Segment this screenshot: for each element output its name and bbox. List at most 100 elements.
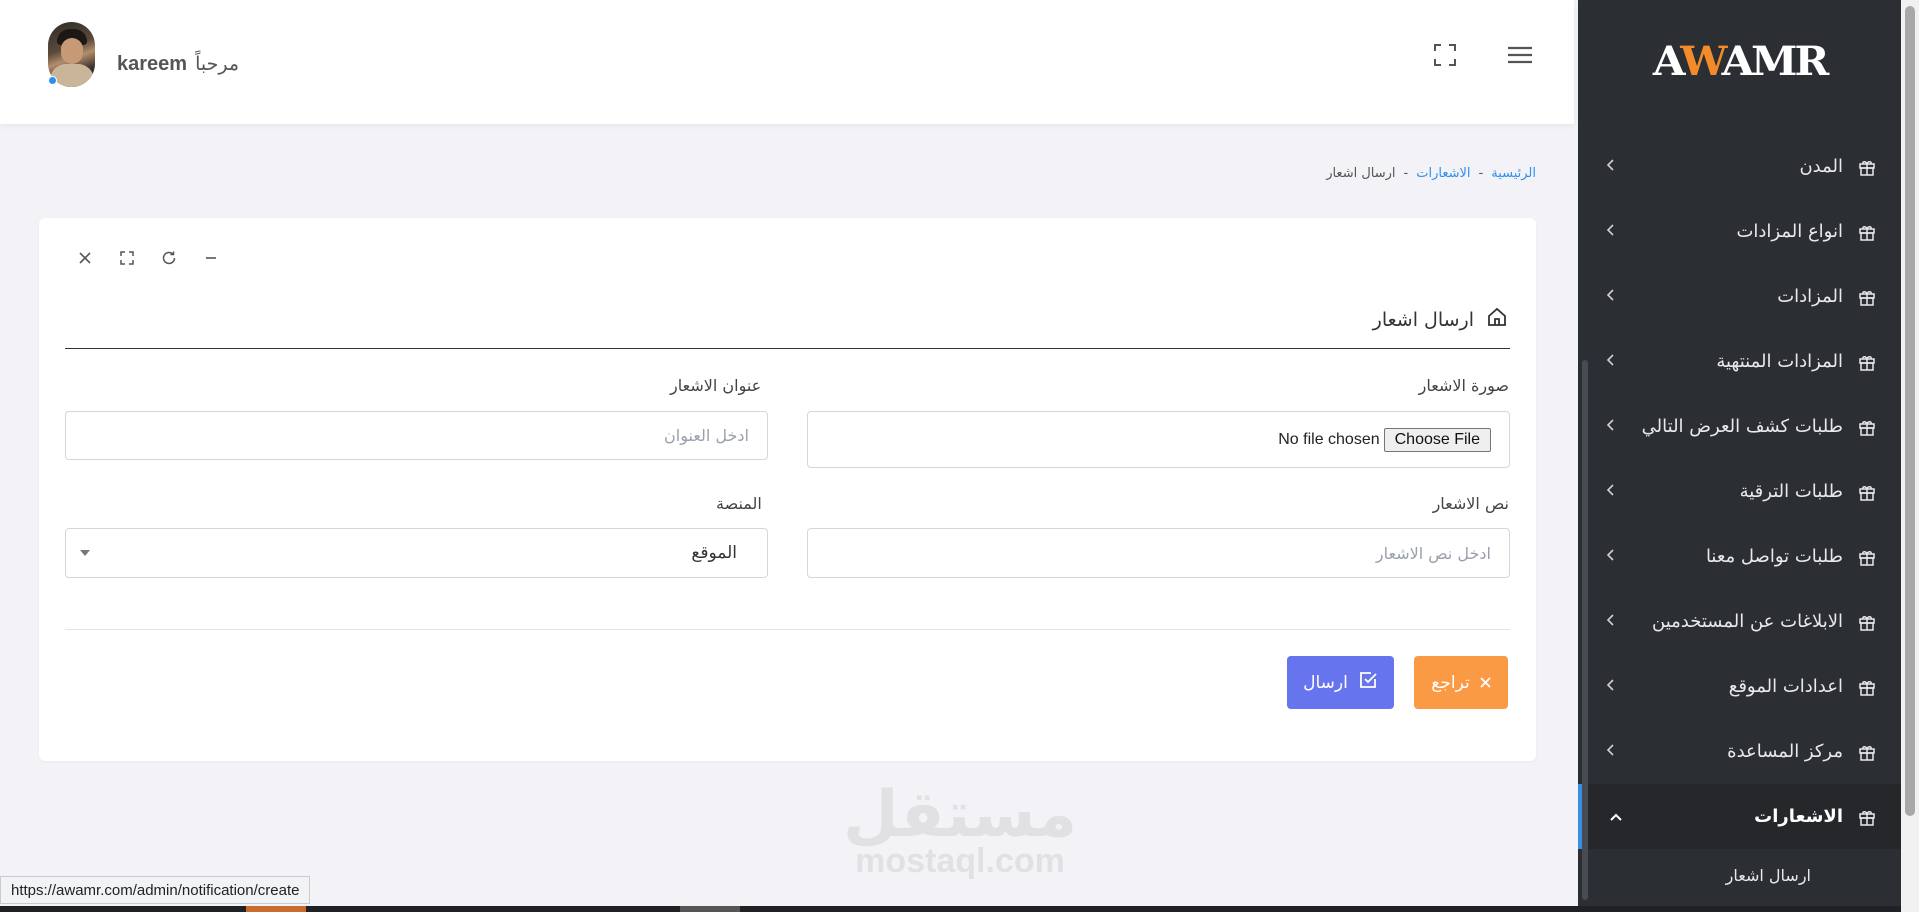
sidebar-item-label: انواع المزادات: [1736, 221, 1843, 242]
sidebar: AWAMR المدن انواع المزادات المزادات المزادا…: [1578, 0, 1901, 912]
watermark: مستقل mostaql.com: [840, 780, 1080, 881]
sidebar-item-label: المزادات المنتهية: [1716, 351, 1843, 372]
sidebar-item-help-center[interactable]: مركز المساعدة: [1578, 719, 1901, 784]
gift-icon: [1857, 157, 1877, 177]
page-scrollbar[interactable]: [1901, 0, 1919, 912]
breadcrumb-current: ارسال اشعار: [1326, 166, 1396, 181]
sidebar-item-ended-auctions[interactable]: المزادات المنتهية: [1578, 329, 1901, 394]
close-icon[interactable]: [73, 246, 97, 270]
platform-select[interactable]: الموقع: [65, 528, 768, 578]
chevron-left-icon: [1606, 548, 1618, 565]
submit-button[interactable]: ارسال: [1287, 656, 1394, 709]
title-divider: [65, 348, 1510, 349]
breadcrumb-home[interactable]: الرئيسية: [1491, 166, 1536, 181]
refresh-icon[interactable]: [157, 246, 181, 270]
online-status-dot: [48, 76, 57, 85]
notification-form-card: ارسال اشعار صورة الاشعار No file chosen …: [39, 218, 1536, 761]
watermark-arabic: مستقل: [842, 778, 1079, 852]
avatar-shirt: [50, 64, 94, 87]
fullscreen-icon[interactable]: [1430, 40, 1460, 70]
chevron-down-icon: [80, 550, 90, 556]
check-square-icon: [1358, 670, 1378, 695]
page-scroll-thumb[interactable]: [1905, 6, 1915, 816]
sidebar-item-label: الابلاغات عن المستخدمين: [1652, 611, 1843, 632]
body-input[interactable]: ادخل نص الاشعار: [807, 528, 1510, 578]
sidebar-item-label: المزادات: [1777, 286, 1843, 307]
gift-icon: [1857, 352, 1877, 372]
home-icon: [1486, 306, 1508, 333]
title-input[interactable]: ادخل العنوان: [65, 411, 768, 460]
gift-icon: [1857, 547, 1877, 567]
breadcrumb-notifications[interactable]: الاشعارات: [1416, 166, 1470, 181]
watermark-latin: mostaql.com: [855, 842, 1065, 880]
body-label: نص الاشعار: [1432, 494, 1509, 513]
breadcrumb: الرئيسية - الاشعارات - ارسال اشعار: [1326, 166, 1536, 181]
title-placeholder: ادخل العنوان: [664, 426, 749, 445]
body-placeholder: ادخل نص الاشعار: [1375, 543, 1491, 563]
sidebar-item-auction-types[interactable]: انواع المزادات: [1578, 199, 1901, 264]
greeting-text: مرحباً: [195, 53, 239, 75]
breadcrumb-separator: -: [1478, 166, 1484, 181]
sidebar-item-label: اعدادات الموقع: [1728, 676, 1843, 697]
card-title: ارسال اشعار: [1373, 306, 1508, 333]
bottom-bar-grey: [680, 906, 740, 912]
chevron-left-icon: [1606, 418, 1618, 435]
bottom-bar-orange: [246, 906, 306, 912]
chevron-left-icon: [1606, 678, 1618, 695]
user-name: kareem: [117, 53, 188, 75]
cancel-label: تراجع: [1431, 672, 1470, 693]
top-header: مرحباً kareem: [0, 0, 1574, 124]
card-title-text: ارسال اشعار: [1372, 308, 1474, 331]
file-status: No file chosen: [1278, 430, 1380, 448]
logo-area[interactable]: AWAMR: [1578, 0, 1901, 122]
sidebar-item-label: المدن: [1799, 156, 1843, 177]
avatar-face: [61, 38, 83, 64]
sidebar-item-label: الاشعارات: [1754, 806, 1843, 827]
chevron-left-icon: [1606, 613, 1618, 630]
sidebar-menu: المدن انواع المزادات المزادات المزادات المن…: [1578, 134, 1901, 849]
logo: AWAMR: [1652, 37, 1829, 85]
image-label: صورة الاشعار: [1418, 376, 1509, 395]
image-file-input[interactable]: No file chosen Choose File: [807, 411, 1510, 468]
sidebar-item-label: طلبات الترقية: [1739, 481, 1843, 502]
sidebar-item-auctions[interactable]: المزادات: [1578, 264, 1901, 329]
sidebar-item-site-settings[interactable]: اعدادات الموقع: [1578, 654, 1901, 719]
sidebar-item-label: مركز المساعدة: [1727, 741, 1843, 762]
form-divider: [65, 629, 1510, 630]
gift-icon: [1857, 417, 1877, 437]
sidebar-scroll-thumb[interactable]: [1582, 360, 1588, 900]
card-tools: [73, 246, 223, 270]
sidebar-item-contact-requests[interactable]: طلبات تواصل معنا: [1578, 524, 1901, 589]
sidebar-item-cities[interactable]: المدن: [1578, 134, 1901, 199]
sidebar-item-next-offer-requests[interactable]: طلبات كشف العرض التالي: [1578, 394, 1901, 459]
sidebar-item-label: طلبات تواصل معنا: [1705, 546, 1843, 567]
cancel-button[interactable]: تراجع: [1414, 656, 1508, 709]
gift-icon: [1857, 677, 1877, 697]
gift-icon: [1857, 807, 1877, 827]
sidebar-subitem-send-notification[interactable]: ارسال اشعار: [1578, 849, 1901, 901]
expand-icon[interactable]: [115, 246, 139, 270]
minimize-icon[interactable]: [199, 246, 223, 270]
status-url: https://awamr.com/admin/notification/cre…: [0, 876, 311, 904]
user-greeting: مرحباً kareem: [117, 53, 239, 76]
chevron-left-icon: [1606, 158, 1618, 175]
gift-icon: [1857, 742, 1877, 762]
sidebar-item-user-reports[interactable]: الابلاغات عن المستخدمين: [1578, 589, 1901, 654]
chevron-left-icon: [1606, 483, 1618, 500]
platform-label: المنصة: [716, 494, 762, 513]
gift-icon: [1857, 612, 1877, 632]
gift-icon: [1857, 222, 1877, 242]
chevron-left-icon: [1606, 353, 1618, 370]
gift-icon: [1857, 482, 1877, 502]
platform-selected: الموقع: [691, 543, 737, 563]
submit-label: ارسال: [1303, 672, 1348, 693]
chevron-left-icon: [1606, 288, 1618, 305]
sidebar-item-notifications[interactable]: الاشعارات: [1578, 784, 1901, 849]
choose-file-button[interactable]: Choose File: [1383, 427, 1491, 452]
close-x-icon: [1480, 673, 1491, 693]
title-label: عنوان الاشعار: [670, 376, 762, 395]
chevron-left-icon: [1606, 743, 1618, 760]
chevron-up-icon: [1610, 809, 1622, 825]
sidebar-item-upgrade-requests[interactable]: طلبات الترقية: [1578, 459, 1901, 524]
hamburger-menu-icon[interactable]: [1505, 40, 1535, 70]
